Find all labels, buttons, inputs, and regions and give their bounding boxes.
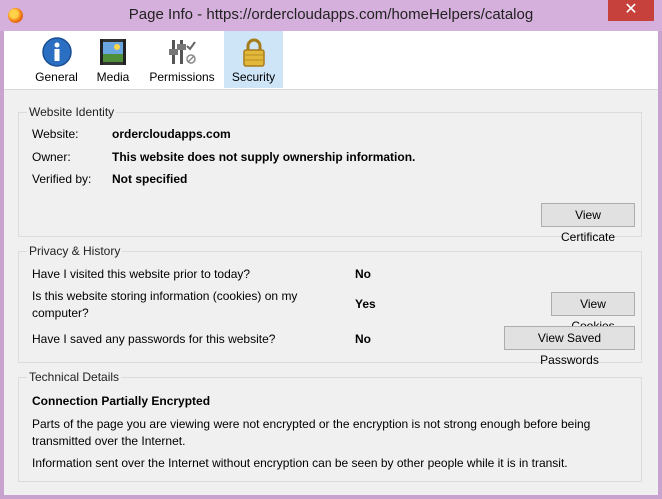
owner-label: Owner: xyxy=(32,150,71,164)
visited-question: Have I visited this website prior to tod… xyxy=(32,267,251,281)
website-value: ordercloudapps.com xyxy=(112,127,231,141)
view-cookies-button[interactable]: View Cookies xyxy=(551,292,635,333)
title-bar: Page Info - https://ordercloudapps.com/h… xyxy=(0,0,662,31)
website-identity-legend: Website Identity xyxy=(27,105,117,119)
visited-answer: No xyxy=(355,267,371,281)
website-label: Website: xyxy=(32,127,79,141)
view-saved-passwords-button[interactable]: View Saved Passwords xyxy=(504,326,635,367)
technical-para1-line2: transmitted over the Internet. xyxy=(32,434,186,448)
tab-media-label: Media xyxy=(96,70,130,84)
close-button[interactable]: ✕ xyxy=(608,0,654,21)
tab-media[interactable]: Media xyxy=(92,31,134,88)
technical-details-legend: Technical Details xyxy=(27,370,122,384)
cookies-question-line1: Is this website storing information (coo… xyxy=(32,289,298,303)
padlock-icon xyxy=(242,38,265,67)
window-title: Page Info - https://ordercloudapps.com/h… xyxy=(128,6,534,23)
tab-security-label: Security xyxy=(231,70,276,84)
tab-toolbar: General Media Permissions Security xyxy=(4,31,658,90)
tab-general[interactable]: General xyxy=(33,31,80,88)
privacy-history-legend: Privacy & History xyxy=(27,244,123,258)
permissions-icon xyxy=(169,40,196,64)
cookies-question-line2: computer? xyxy=(32,306,89,320)
tab-general-label: General xyxy=(35,70,78,84)
owner-value: This website does not supply ownership i… xyxy=(112,150,416,164)
verified-by-label: Verified by: xyxy=(32,172,92,186)
privacy-history-group: Privacy & History Have I visited this we… xyxy=(18,244,642,367)
passwords-question: Have I saved any passwords for this webs… xyxy=(32,332,276,346)
page-info-dialog: General Media Permissions Security Websi… xyxy=(4,31,658,495)
technical-para1-line1: Parts of the page you are viewing were n… xyxy=(32,417,591,431)
tab-security[interactable]: Security xyxy=(224,31,283,88)
connection-heading: Connection Partially Encrypted xyxy=(32,394,211,408)
website-identity-group: Website Identity Website: ordercloudapps… xyxy=(18,105,642,244)
passwords-answer: No xyxy=(355,332,371,346)
cookies-answer: Yes xyxy=(355,297,376,311)
technical-para2: Information sent over the Internet witho… xyxy=(32,456,568,470)
tab-permissions[interactable]: Permissions xyxy=(147,31,217,88)
media-icon xyxy=(100,39,126,65)
verified-by-value: Not specified xyxy=(112,172,188,186)
tab-permissions-label: Permissions xyxy=(149,70,215,84)
technical-details-group: Technical Details Connection Partially E… xyxy=(18,370,642,482)
view-certificate-button[interactable]: View Certificate xyxy=(541,203,635,244)
info-icon xyxy=(41,37,72,67)
